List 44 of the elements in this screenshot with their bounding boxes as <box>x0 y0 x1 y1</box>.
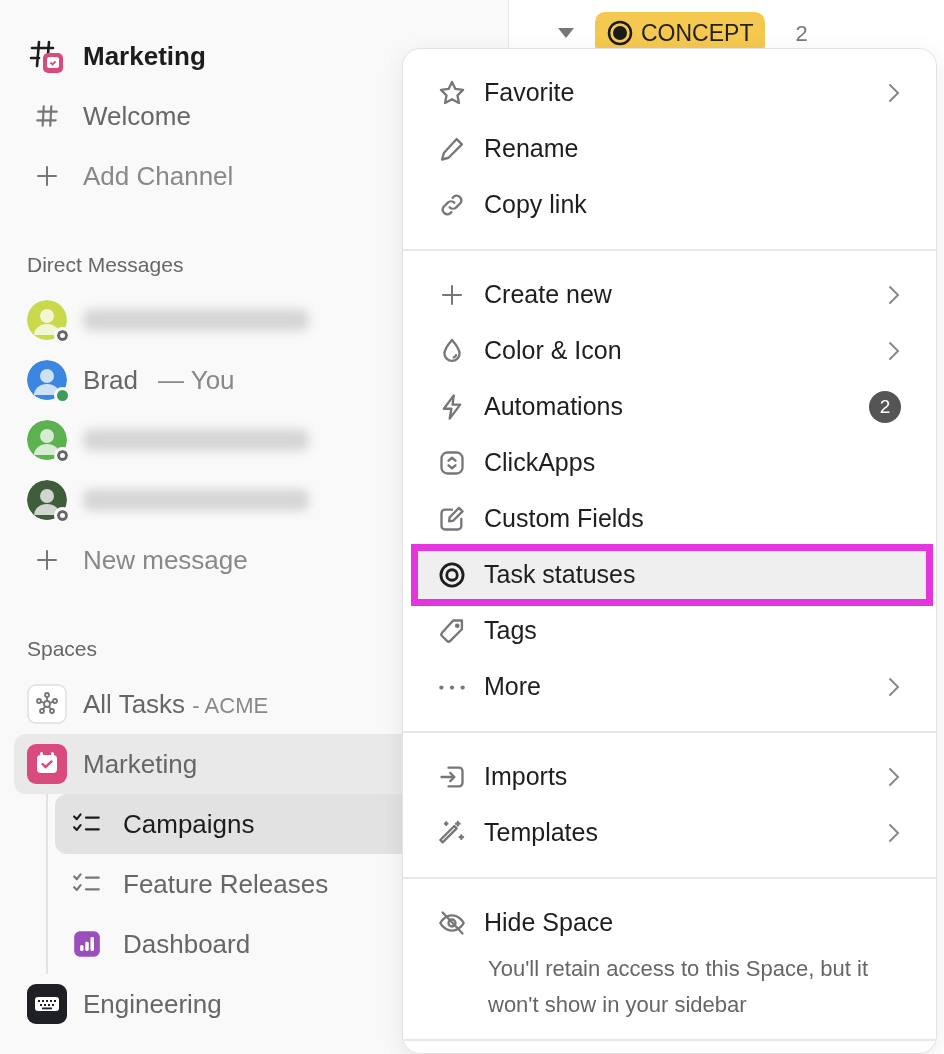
keyboard-icon <box>27 984 67 1024</box>
tag-icon <box>438 617 466 645</box>
network-icon <box>27 684 67 724</box>
chevron-right-icon <box>887 675 901 699</box>
plus-icon <box>35 548 59 572</box>
menu-item-description: You'll retain access to this Space, but it won't show in your sidebar <box>487 955 870 1019</box>
more-icon <box>438 684 466 690</box>
menu-item[interactable]: Hide Space <box>403 895 936 951</box>
section-heading: Spaces <box>26 636 98 663</box>
plus-icon <box>35 164 59 188</box>
link-icon <box>438 191 466 219</box>
target-icon <box>438 561 466 589</box>
star-icon <box>438 79 466 107</box>
menu-item[interactable]: Rename <box>403 121 936 177</box>
magic-wand-icon <box>438 819 466 847</box>
menu-item[interactable]: ClickApps <box>403 435 936 491</box>
menu-item[interactable]: Task statuses <box>411 544 933 606</box>
menu-item[interactable]: More <box>403 659 936 715</box>
chevron-right-icon <box>887 339 901 363</box>
edit-icon <box>438 505 466 533</box>
hidden-eye-icon <box>438 909 466 937</box>
section-heading: Direct Messages <box>26 252 184 279</box>
you-label: — You <box>157 363 235 397</box>
chevron-right-icon <box>887 283 901 307</box>
menu-item[interactable]: Automations 2 <box>403 379 936 435</box>
pencil-icon <box>438 135 466 163</box>
caret-icon[interactable] <box>557 27 575 40</box>
dashboard-icon <box>73 930 101 958</box>
hash-icon <box>34 103 60 129</box>
plus-icon <box>440 283 464 307</box>
person-name[interactable]: Brad <box>83 360 138 400</box>
chevron-right-icon <box>887 81 901 105</box>
menu-item[interactable]: Tags <box>403 603 936 659</box>
chevron-right-icon <box>887 765 901 789</box>
task-count: 2 <box>795 19 808 48</box>
rounded-square-icon <box>438 449 466 477</box>
menu-item[interactable]: Favorite <box>403 65 936 121</box>
menu-item[interactable]: Copy link <box>403 177 936 233</box>
calendar-icon <box>27 744 67 784</box>
menu-item[interactable]: Color & Icon <box>403 323 936 379</box>
chevron-right-icon <box>887 821 901 845</box>
menu-item[interactable]: Create new <box>403 267 936 323</box>
count-badge: 2 <box>869 391 901 423</box>
menu-item[interactable]: Custom Fields <box>403 491 936 547</box>
